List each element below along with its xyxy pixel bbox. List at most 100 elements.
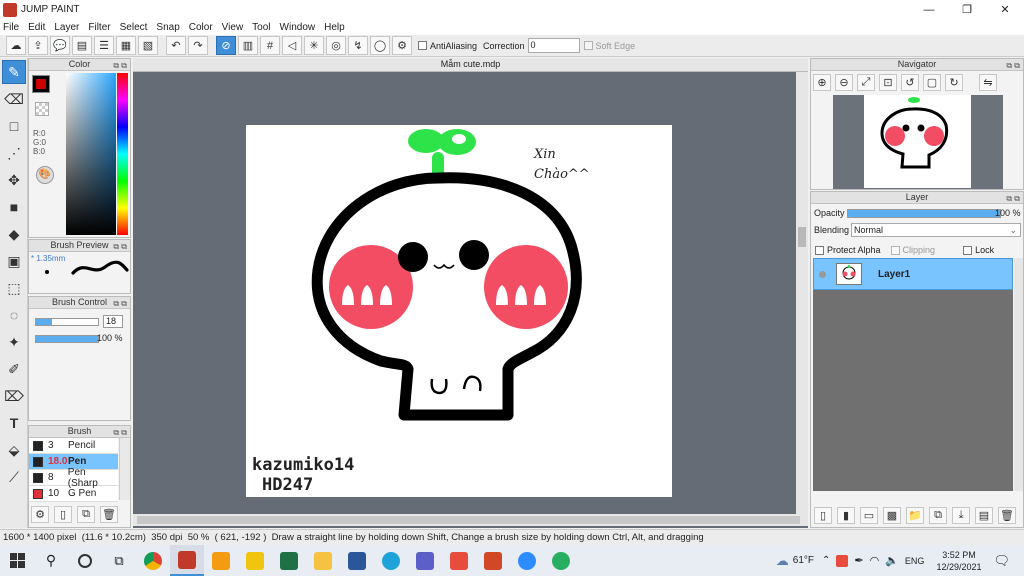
file-explorer-icon[interactable] (306, 545, 340, 576)
eyedropper-tool-icon[interactable]: ⟋ (2, 465, 26, 489)
brush-item[interactable]: 8 Pen (Sharp (29, 467, 118, 489)
orange-app-icon[interactable] (204, 545, 238, 576)
material-icon[interactable]: ▦ (116, 36, 136, 55)
menu-color[interactable]: Color (189, 22, 213, 33)
snap-parallel-icon[interactable]: ▥ (238, 36, 258, 55)
wifi-icon[interactable]: ◠ (870, 554, 880, 567)
color-saturation-picker[interactable] (66, 73, 116, 235)
zoom-out-icon[interactable]: ⊖ (835, 74, 853, 91)
menu-select[interactable]: Select (120, 22, 148, 33)
magic-wand-tool-icon[interactable]: ✦ (2, 330, 26, 354)
move-tool-icon[interactable]: ✥ (2, 168, 26, 192)
drawing-canvas[interactable]: Xin Chào^^ kazumiko14 HD247 (246, 125, 672, 497)
brush-settings-icon[interactable]: ⚙ (31, 506, 49, 523)
snap-grid-icon[interactable]: # (260, 36, 280, 55)
fit-icon[interactable]: ▢ (923, 74, 941, 91)
delete-brush-icon[interactable]: 🗑 (100, 506, 118, 523)
brush-opacity-slider[interactable] (35, 335, 99, 343)
layer-properties-icon[interactable]: ▤ (975, 507, 993, 524)
zoom-icon[interactable] (510, 545, 544, 576)
lock-checkbox[interactable] (963, 245, 973, 255)
visibility-icon[interactable] (819, 270, 826, 278)
panel-expand-icon[interactable]: ⧉ ⧉ (113, 60, 127, 71)
select-pen-tool-icon[interactable]: ✐ (2, 357, 26, 381)
chrome-icon[interactable] (136, 545, 170, 576)
snap-circle-icon[interactable]: ◎ (326, 36, 346, 55)
new-layer-1bit-icon[interactable]: ▭ (860, 507, 878, 524)
rotate-left-icon[interactable]: ↺ (901, 74, 919, 91)
volume-icon[interactable]: 🔈 (885, 554, 899, 567)
snap-radial-icon[interactable]: ✳ (304, 36, 324, 55)
yellow-app-icon[interactable] (238, 545, 272, 576)
green-app-icon[interactable] (544, 545, 578, 576)
teams-icon[interactable] (408, 545, 442, 576)
word-icon[interactable] (340, 545, 374, 576)
actual-size-icon[interactable]: ⊡ (879, 74, 897, 91)
clock[interactable]: 3:52 PM 12/29/2021 (936, 549, 981, 573)
panel-expand-icon[interactable]: ⧉ ⧉ (1006, 193, 1020, 204)
new-halftone-layer-icon[interactable]: ▩ (883, 507, 901, 524)
fit-window-icon[interactable]: ⤢ (857, 74, 875, 91)
menu-edit[interactable]: Edit (28, 22, 45, 33)
brush-list-scrollbar[interactable] (119, 438, 130, 500)
panel-expand-icon[interactable]: ⧉ ⧉ (113, 241, 127, 252)
vertical-scrollbar[interactable] (796, 72, 808, 514)
cortana-icon[interactable] (68, 545, 102, 576)
edge-icon[interactable] (374, 545, 408, 576)
weather-temp[interactable]: 61°F (793, 555, 814, 566)
panel-expand-icon[interactable]: ⧉ ⧉ (1006, 60, 1020, 71)
palette-icon[interactable]: 🎨 (36, 166, 54, 184)
menu-tool[interactable]: Tool (252, 22, 270, 33)
flip-icon[interactable]: ⇋ (979, 74, 997, 91)
new-layer-8bit-icon[interactable]: ▮ (837, 507, 855, 524)
clipping-checkbox[interactable] (890, 245, 900, 255)
minimize-button[interactable]: — (910, 0, 948, 19)
hue-slider[interactable] (117, 73, 128, 235)
delete-layer-icon[interactable]: 🗑 (998, 507, 1016, 524)
brush-copy-icon[interactable]: ⧉ (77, 506, 95, 523)
red-app-icon[interactable] (442, 545, 476, 576)
menu-layer[interactable]: Layer (54, 22, 79, 33)
brush-size-input[interactable]: 18 (103, 315, 123, 328)
layer-opacity-slider[interactable] (847, 209, 1001, 218)
protect-alpha-checkbox[interactable] (815, 245, 824, 255)
snap-curve-icon[interactable]: ↯ (348, 36, 368, 55)
correction-select[interactable]: 0 (527, 38, 580, 53)
gradient-tool-icon[interactable]: ▣ (2, 249, 26, 273)
powerpoint-icon[interactable] (476, 545, 510, 576)
duplicate-layer-icon[interactable]: ⧉ (929, 507, 947, 524)
show-hidden-icon[interactable]: ⌃ (822, 555, 830, 566)
brush-item[interactable]: 3 Pencil (29, 438, 118, 454)
menu-snap[interactable]: Snap (156, 22, 179, 33)
brush-size-slider[interactable] (35, 318, 99, 326)
restore-button[interactable]: ❐ (948, 0, 986, 19)
panel-icon[interactable]: ▤ (72, 36, 92, 55)
weather-icon[interactable]: ☁ (776, 553, 789, 569)
menu-window[interactable]: Window (280, 22, 316, 33)
merge-down-icon[interactable]: ⤓ (952, 507, 970, 524)
zoom-in-icon[interactable]: ⊕ (813, 74, 831, 91)
panel-expand-icon[interactable]: ⧉ ⧉ (113, 427, 127, 438)
pen-tool-icon[interactable]: ✎ (2, 60, 26, 84)
new-layer-icon[interactable]: ▯ (814, 507, 832, 524)
jump-paint-taskbar-icon[interactable] (170, 545, 204, 576)
layer-row[interactable]: Layer1 (813, 258, 1013, 290)
menu-file[interactable]: File (3, 22, 19, 33)
rectangle-tool-icon[interactable]: □ (2, 114, 26, 138)
notification-icon[interactable]: 🗨 (993, 553, 1010, 569)
share-icon[interactable]: ⇪ (28, 36, 48, 55)
foreground-color-swatch[interactable] (32, 75, 50, 93)
snap-settings-icon[interactable]: ⚙ (392, 36, 412, 55)
cloud-icon[interactable]: ☁ (6, 36, 26, 55)
undo-icon[interactable]: ↶ (166, 36, 186, 55)
comment-icon[interactable]: 💬 (50, 36, 70, 55)
snap-perspective-icon[interactable]: ◁ (282, 36, 302, 55)
menu-view[interactable]: View (222, 22, 244, 33)
fill-rect-tool-icon[interactable]: ■ (2, 195, 26, 219)
excel-icon[interactable] (272, 545, 306, 576)
navigator-preview-area[interactable] (833, 95, 1003, 189)
eraser-tool-icon[interactable]: ⌫ (2, 87, 26, 111)
select-bucket-tool-icon[interactable]: ⬙ (2, 438, 26, 462)
rotate-right-icon[interactable]: ↻ (945, 74, 963, 91)
snap-ellipse-icon[interactable]: ◯ (370, 36, 390, 55)
